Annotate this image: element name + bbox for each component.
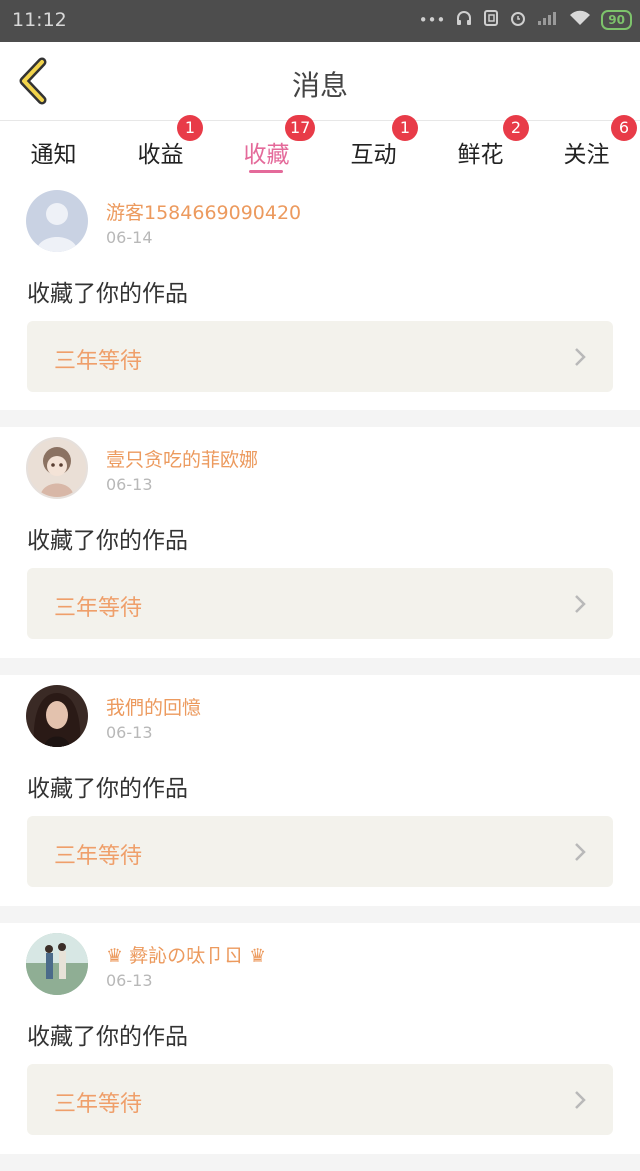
- count-badge: 1: [177, 115, 203, 141]
- tab-label: 关注: [563, 142, 610, 168]
- status-bar: 11:12 ••• 90: [0, 0, 640, 42]
- message-text: 收藏了你的作品: [27, 281, 188, 307]
- message-card: 壹只贪吃的菲欧娜 06-13 收藏了你的作品 三年等待: [0, 427, 640, 658]
- tab-label: 鲜花: [457, 142, 504, 168]
- signal-icon: [537, 10, 559, 30]
- message-date: 06-14: [106, 228, 153, 247]
- tab-follow[interactable]: 关注 6: [533, 115, 640, 179]
- count-badge: 2: [503, 115, 529, 141]
- tab-bar: 通知 收益 1 收藏 17 互动 1 鲜花 2 关注 6: [0, 115, 640, 181]
- message-date: 06-13: [106, 723, 153, 742]
- tab-label: 互动: [350, 142, 397, 168]
- tab-earnings[interactable]: 收益 1: [107, 115, 214, 179]
- message-text: 收藏了你的作品: [27, 1024, 188, 1050]
- chevron-right-icon: [575, 348, 586, 366]
- message-card: 我們的回憶 06-13 收藏了你的作品 三年等待: [0, 675, 640, 906]
- work-title: 三年等待: [54, 1092, 143, 1117]
- avatar[interactable]: [26, 437, 88, 499]
- message-text: 收藏了你的作品: [27, 528, 188, 554]
- alarm-icon: [509, 9, 527, 31]
- message-list: 游客1584669090420 06-14 收藏了你的作品 三年等待 壹只贪吃的…: [0, 180, 640, 1171]
- battery-icon: 90: [601, 10, 632, 30]
- username[interactable]: 我們的回憶: [106, 693, 201, 720]
- message-date: 06-13: [106, 475, 153, 494]
- username[interactable]: ♛ 彜訫の呔卩ㄖ ♛: [106, 941, 266, 968]
- more-dots-icon: •••: [418, 11, 446, 29]
- wifi-icon: [569, 10, 591, 30]
- username[interactable]: 壹只贪吃的菲欧娜: [106, 445, 258, 472]
- sim-icon: [483, 9, 499, 31]
- work-link[interactable]: 三年等待: [27, 321, 613, 392]
- count-badge: 17: [285, 115, 316, 141]
- message-date: 06-13: [106, 971, 153, 990]
- count-badge: 1: [392, 115, 418, 141]
- status-time: 11:12: [12, 9, 67, 31]
- tab-label: 收益: [137, 142, 184, 168]
- work-title: 三年等待: [54, 844, 143, 869]
- count-badge: 6: [611, 115, 637, 141]
- tab-label: 收藏: [243, 142, 290, 168]
- active-tab-indicator: [249, 170, 283, 173]
- headset-icon: [455, 9, 473, 31]
- tab-notice[interactable]: 通知: [0, 121, 107, 179]
- work-link[interactable]: 三年等待: [27, 568, 613, 639]
- nav-bar: 消息: [0, 42, 640, 120]
- page-title: 消息: [291, 69, 348, 102]
- username[interactable]: 游客1584669090420: [106, 198, 301, 225]
- chevron-right-icon: [575, 595, 586, 613]
- work-link[interactable]: 三年等待: [27, 1064, 613, 1135]
- work-link[interactable]: 三年等待: [27, 816, 613, 887]
- tab-label: 通知: [30, 142, 77, 168]
- tab-favorites[interactable]: 收藏 17: [213, 115, 320, 179]
- message-text: 收藏了你的作品: [27, 776, 188, 802]
- status-icons: ••• 90: [419, 9, 632, 31]
- tab-interaction[interactable]: 互动 1: [320, 115, 427, 179]
- avatar[interactable]: [26, 190, 88, 252]
- avatar[interactable]: [26, 685, 88, 747]
- chevron-right-icon: [575, 843, 586, 861]
- work-title: 三年等待: [54, 596, 143, 621]
- chevron-right-icon: [575, 1091, 586, 1109]
- tab-flowers[interactable]: 鲜花 2: [427, 115, 534, 179]
- avatar[interactable]: [26, 933, 88, 995]
- work-title: 三年等待: [54, 349, 143, 374]
- message-card: 游客1584669090420 06-14 收藏了你的作品 三年等待: [0, 180, 640, 410]
- message-card: ♛ 彜訫の呔卩ㄖ ♛ 06-13 收藏了你的作品 三年等待: [0, 923, 640, 1154]
